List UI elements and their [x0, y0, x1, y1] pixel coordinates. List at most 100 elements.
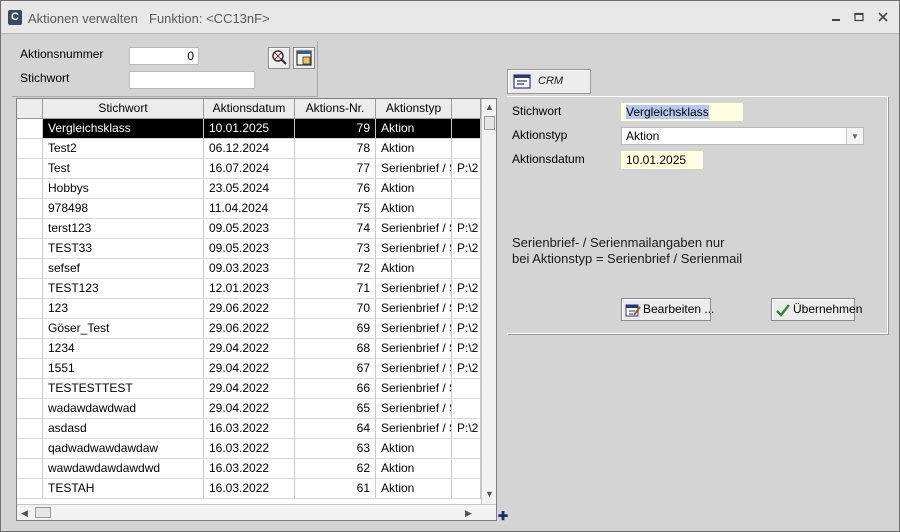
maximize-button[interactable] [849, 8, 869, 28]
cell-stichwort[interactable]: 978498 [43, 199, 204, 219]
cell-extra[interactable] [452, 479, 481, 499]
cell-extra[interactable] [452, 119, 481, 139]
table-row[interactable]: TESTAH 16.03.2022 61 Aktion [17, 479, 481, 499]
add-row-icon[interactable]: ✚ [498, 510, 508, 522]
cell-aktionsnr[interactable]: 63 [295, 439, 376, 459]
title-bar[interactable]: C Aktionen verwalten Funktion: <CC13nF> [1, 1, 899, 34]
cell-aktionstyp[interactable]: Aktion [376, 479, 452, 499]
cell-aktionstyp[interactable]: Serienbrief / S [376, 359, 452, 379]
table-row[interactable]: 1551 29.04.2022 67 Serienbrief / S P:\2 [17, 359, 481, 379]
table-row[interactable]: wadawdawdwad 29.04.2022 65 Serienbrief / S [17, 399, 481, 419]
aktionsnummer-input[interactable]: 0 [129, 47, 199, 65]
cell-stichwort[interactable]: Test2 [43, 139, 204, 159]
cell-extra[interactable]: P:\2 [452, 219, 481, 239]
minimize-button[interactable] [826, 8, 846, 28]
row-indicator[interactable] [17, 159, 43, 179]
cell-extra[interactable] [452, 259, 481, 279]
cell-extra[interactable]: P:\2 [452, 279, 481, 299]
row-indicator[interactable] [17, 139, 43, 159]
scroll-down-arrow-icon[interactable]: ▼ [485, 488, 494, 500]
cell-aktionstyp[interactable]: Aktion [376, 199, 452, 219]
row-indicator[interactable] [17, 199, 43, 219]
cell-aktionsdatum[interactable]: 16.03.2022 [204, 459, 295, 479]
bearbeiten-button[interactable]: Bearbeiten ... [621, 298, 714, 321]
cell-aktionsnr[interactable]: 73 [295, 239, 376, 259]
cell-aktionsdatum[interactable]: 09.03.2023 [204, 259, 295, 279]
table-row[interactable]: Hobbys 23.05.2024 76 Aktion [17, 179, 481, 199]
cell-aktionsnr[interactable]: 66 [295, 379, 376, 399]
cell-aktionstyp[interactable]: Serienbrief / S [376, 299, 452, 319]
table-row[interactable]: 978498 11.04.2024 75 Aktion [17, 199, 481, 219]
cell-aktionsnr[interactable]: 79 [295, 119, 376, 139]
cell-aktionsdatum[interactable]: 16.03.2022 [204, 439, 295, 459]
cell-aktionstyp[interactable]: Serienbrief / S [376, 419, 452, 439]
cell-aktionstyp[interactable]: Serienbrief / S [376, 239, 452, 259]
table-row[interactable]: TEST123 12.01.2023 71 Serienbrief / S P:\2 [17, 279, 481, 299]
vertical-scroll-thumb[interactable] [484, 116, 495, 130]
table-row[interactable]: terst123 09.05.2023 74 Serienbrief / S P:\2 [17, 219, 481, 239]
row-indicator[interactable] [17, 379, 43, 399]
table-row[interactable]: wawdawdawdawdwd 16.03.2022 62 Aktion [17, 459, 481, 479]
row-indicator[interactable] [17, 299, 43, 319]
cell-aktionsnr[interactable]: 70 [295, 299, 376, 319]
table-row[interactable]: Test2 06.12.2024 78 Aktion [17, 139, 481, 159]
cell-extra[interactable]: P:\2 [452, 239, 481, 259]
table-row[interactable]: 123 29.06.2022 70 Serienbrief / S P:\2 [17, 299, 481, 319]
cell-aktionsdatum[interactable]: 29.06.2022 [204, 319, 295, 339]
row-indicator[interactable] [17, 439, 43, 459]
cell-aktionsdatum[interactable]: 12.01.2023 [204, 279, 295, 299]
cell-extra[interactable] [452, 139, 481, 159]
cell-extra[interactable] [452, 459, 481, 479]
column-header-extra[interactable] [452, 99, 481, 119]
cell-aktionstyp[interactable]: Aktion [376, 459, 452, 479]
cell-stichwort[interactable]: TEST123 [43, 279, 204, 299]
cell-aktionsdatum[interactable]: 11.04.2024 [204, 199, 295, 219]
cell-aktionsnr[interactable]: 61 [295, 479, 376, 499]
row-indicator[interactable] [17, 339, 43, 359]
cell-aktionsdatum[interactable]: 10.01.2025 [204, 119, 295, 139]
column-header-stichwort[interactable]: Stichwort [43, 99, 204, 119]
cell-stichwort[interactable]: sefsef [43, 259, 204, 279]
scroll-up-arrow-icon[interactable]: ▲ [485, 101, 494, 113]
cell-stichwort[interactable]: TESTESTTEST [43, 379, 204, 399]
crm-tab-button[interactable]: CRM [507, 69, 591, 94]
cell-aktionstyp[interactable]: Serienbrief / S [376, 379, 452, 399]
row-indicator[interactable] [17, 459, 43, 479]
cell-stichwort[interactable]: wawdawdawdawdwd [43, 459, 204, 479]
row-indicator[interactable] [17, 119, 43, 139]
cell-aktionstyp[interactable]: Serienbrief / S [376, 319, 452, 339]
close-button[interactable] [873, 8, 893, 28]
scroll-right-arrow-icon[interactable]: ▶ [465, 507, 472, 519]
cell-extra[interactable]: P:\2 [452, 359, 481, 379]
scroll-left-arrow-icon[interactable]: ◀ [21, 507, 28, 519]
cell-stichwort[interactable]: Vergleichsklass [43, 119, 204, 139]
table-row[interactable]: sefsef 09.03.2023 72 Aktion [17, 259, 481, 279]
row-indicator[interactable] [17, 359, 43, 379]
cell-aktionsnr[interactable]: 68 [295, 339, 376, 359]
cell-aktionstyp[interactable]: Serienbrief / S [376, 279, 452, 299]
cell-stichwort[interactable]: 123 [43, 299, 204, 319]
cell-aktionstyp[interactable]: Serienbrief / S [376, 159, 452, 179]
cell-aktionsdatum[interactable]: 29.04.2022 [204, 379, 295, 399]
cell-aktionsnr[interactable]: 62 [295, 459, 376, 479]
cell-stichwort[interactable]: TEST33 [43, 239, 204, 259]
cell-stichwort[interactable]: wadawdawdwad [43, 399, 204, 419]
cell-aktionsdatum[interactable]: 16.07.2024 [204, 159, 295, 179]
table-row[interactable]: TESTESTTEST 29.04.2022 66 Serienbrief / S [17, 379, 481, 399]
search-button[interactable] [268, 47, 290, 69]
table-row[interactable]: Göser_Test 29.06.2022 69 Serienbrief / S P:\… [17, 319, 481, 339]
cell-aktionsdatum[interactable]: 16.03.2022 [204, 479, 295, 499]
cell-aktionsnr[interactable]: 69 [295, 319, 376, 339]
row-indicator[interactable] [17, 239, 43, 259]
cell-stichwort[interactable]: 1551 [43, 359, 204, 379]
cell-aktionstyp[interactable]: Aktion [376, 439, 452, 459]
row-indicator[interactable] [17, 219, 43, 239]
row-indicator[interactable] [17, 179, 43, 199]
uebernehmen-button[interactable]: Übernehmen [771, 298, 862, 321]
cell-stichwort[interactable]: 1234 [43, 339, 204, 359]
cell-aktionsdatum[interactable]: 29.04.2022 [204, 399, 295, 419]
cell-aktionstyp[interactable]: Aktion [376, 119, 452, 139]
cell-aktionsnr[interactable]: 77 [295, 159, 376, 179]
cell-stichwort[interactable]: qadwadwawdawdaw [43, 439, 204, 459]
stichwort-input[interactable]: Vergleichsklass [621, 103, 743, 121]
